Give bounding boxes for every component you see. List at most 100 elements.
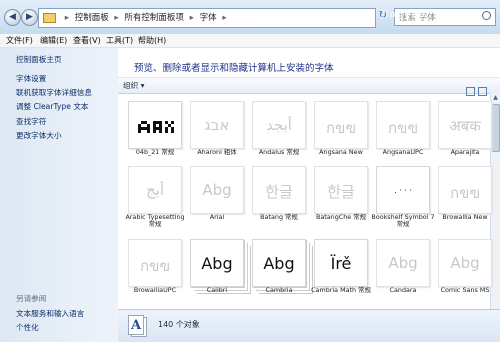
link-change-font-size[interactable]: 更改字体大小 [16, 130, 62, 141]
font-sample-text: . · · · [394, 186, 412, 195]
font-sample-text: Abg [202, 181, 232, 199]
font-tile[interactable]: Abg Comic Sans MS [434, 239, 496, 295]
font-sample-text: Ïrě [330, 254, 352, 273]
font-tile[interactable]: กขฃ Browallia New [434, 166, 496, 222]
organize-button[interactable]: 组织 ▾ [123, 78, 144, 93]
font-tile[interactable]: أبج Arabic Typesetting 常规 [124, 166, 186, 228]
menu-edit[interactable]: 编辑(E) [40, 34, 67, 47]
font-tile[interactable]: Abg Cambria [248, 239, 310, 295]
menu-view[interactable]: 查看(V) [73, 34, 101, 47]
font-sample-text: 한글 [327, 183, 355, 201]
font-sample-text: أبجد [266, 116, 292, 134]
forward-button[interactable]: ▶ [21, 9, 38, 26]
menu-tools[interactable]: 工具(T) [106, 34, 133, 47]
font-name-label: 04b_21 常规 [135, 148, 175, 156]
command-bar: 组织 ▾ [118, 77, 500, 96]
task-pane: 控制面板主页 字体设置 联机获取字体详细信息 调整 ClearType 文本 查… [0, 48, 119, 342]
font-tile[interactable]: Ïrě Cambria Math 常规 [310, 239, 372, 295]
font-tile[interactable]: Abg Candara [372, 239, 434, 295]
link-adjust-cleartype[interactable]: 调整 ClearType 文本 [16, 101, 89, 112]
menu-bar: 文件(F) 编辑(E) 查看(V) 工具(T) 帮助(H) [0, 34, 500, 48]
font-preview-icon: 한글 [314, 166, 368, 214]
font-name-label: Bookshelf Symbol 7 常规 [371, 213, 435, 229]
address-field[interactable]: ▸ 控制面板 ▸ 所有控制面板项 ▸ 字体 ▸ [38, 8, 376, 28]
font-sample-text: 한글 [265, 183, 293, 201]
font-preview-icon: 한글 [252, 166, 306, 214]
breadcrumb-fonts[interactable]: 字体 [200, 13, 217, 23]
font-name-label: Comic Sans MS [440, 286, 490, 294]
font-tile[interactable]: 한글 Batang 常规 [248, 166, 310, 222]
details-pane: A 140 个对象 [118, 309, 500, 342]
fonts-window: ◀ ▶ ▸ 控制面板 ▸ 所有控制面板项 ▸ 字体 ▸ ↻ 搜索 字体 Jing… [0, 0, 500, 342]
font-sample-text: กขฃ [388, 119, 418, 137]
font-name-label: BatangChe 常规 [315, 213, 367, 221]
link-text-services[interactable]: 文本服务和输入语言 [16, 308, 84, 319]
font-name-label: Arabic Typesetting 常规 [125, 213, 185, 229]
font-preview-icon: . · · · [376, 166, 430, 214]
font-preview-icon: Ïrě [314, 239, 368, 287]
item-count: 140 个对象 [158, 320, 200, 329]
see-also-heading: 另请参阅 [16, 294, 47, 303]
font-tile[interactable]: กขฃ Angsana New [310, 101, 372, 157]
link-personalization[interactable]: 个性化 [16, 322, 39, 333]
back-button[interactable]: ◀ [4, 9, 21, 26]
font-preview-icon [128, 101, 182, 149]
font-preview-icon: Abg [376, 239, 430, 287]
font-preview-icon: กขฃ [376, 101, 430, 149]
font-tile[interactable]: अबक Aparajita [434, 101, 496, 157]
address-bar-region: ◀ ▶ ▸ 控制面板 ▸ 所有控制面板项 ▸ 字体 ▸ ↻ 搜索 字体 Jing… [0, 0, 500, 35]
font-tile[interactable]: 한글 BatangChe 常规 [310, 166, 372, 222]
fonts-folder-icon: A [128, 315, 147, 337]
font-sample-text: กขฃ [326, 119, 356, 137]
font-preview-icon: Abg [190, 239, 244, 287]
font-name-label: Aharoni 粗体 [197, 148, 237, 156]
font-sample-text: أبج [145, 181, 165, 199]
font-name-label: Calibri [206, 286, 228, 294]
font-preview-icon: אבג [190, 101, 244, 149]
font-tile[interactable]: أبجد Andalus 常规 [248, 101, 310, 157]
font-tile[interactable]: กขฃ AngsanaUPC [372, 101, 434, 157]
font-preview-icon: Abg [438, 239, 492, 287]
font-preview-icon: أبجد [252, 101, 306, 149]
font-name-label: Andalus 常规 [258, 148, 300, 156]
menu-file[interactable]: 文件(F) [6, 34, 33, 47]
folder-icon [43, 12, 56, 23]
font-name-label: Candara [389, 286, 417, 294]
font-name-label: Angsana New [319, 148, 363, 156]
pixel-font-sample [135, 118, 175, 133]
font-name-label: Browallia New [442, 213, 488, 221]
font-grid: 04b_21 常规 אבג Aharoni 粗体 أبجد Andalus 常规 กขฃ A… [124, 101, 492, 326]
view-options-icon[interactable] [466, 81, 492, 96]
breadcrumb-control-panel[interactable]: 控制面板 [75, 13, 109, 23]
font-name-label: Arial [209, 213, 225, 221]
link-get-font-info[interactable]: 联机获取字体详细信息 [16, 87, 92, 98]
font-name-label: Cambria [265, 286, 293, 294]
font-tile[interactable]: Abg Calibri [186, 239, 248, 295]
link-control-panel-home[interactable]: 控制面板主页 [16, 54, 62, 65]
search-icon [482, 11, 491, 20]
font-tile[interactable]: Abg Arial [186, 166, 248, 222]
font-preview-icon: अबक [438, 101, 492, 149]
link-find-character[interactable]: 查找字符 [16, 116, 46, 127]
font-sample-text: अबक [449, 117, 481, 135]
font-preview-icon: Abg [252, 239, 306, 287]
font-sample-text: กขฃ [140, 257, 170, 275]
font-preview-icon: Abg [190, 166, 244, 214]
font-name-label: Batang 常规 [260, 213, 298, 221]
font-name-label: BrowalliaUPC [133, 286, 177, 294]
font-tile[interactable]: กขฃ BrowalliaUPC [124, 239, 186, 295]
link-font-settings[interactable]: 字体设置 [16, 73, 46, 84]
page-title: 预览、删除或者显示和隐藏计算机上安装的字体 [134, 63, 334, 74]
font-preview-icon: กขฃ [438, 166, 492, 214]
font-name-label: Cambria Math 常规 [311, 286, 371, 294]
font-sample-text: Abg [263, 254, 295, 273]
font-tile[interactable]: . · · · Bookshelf Symbol 7 常规 [371, 166, 435, 228]
font-tile[interactable]: אבג Aharoni 粗体 [186, 101, 248, 157]
font-sample-text: Abg [201, 254, 233, 273]
watermark-logo: Jingyan [381, 10, 426, 20]
font-preview-icon: กขฃ [314, 101, 368, 149]
font-tile[interactable]: 04b_21 常规 [124, 101, 186, 157]
font-preview-icon: أبج [128, 166, 182, 214]
menu-help[interactable]: 帮助(H) [138, 34, 166, 47]
breadcrumb-all-items[interactable]: 所有控制面板项 [124, 13, 184, 23]
